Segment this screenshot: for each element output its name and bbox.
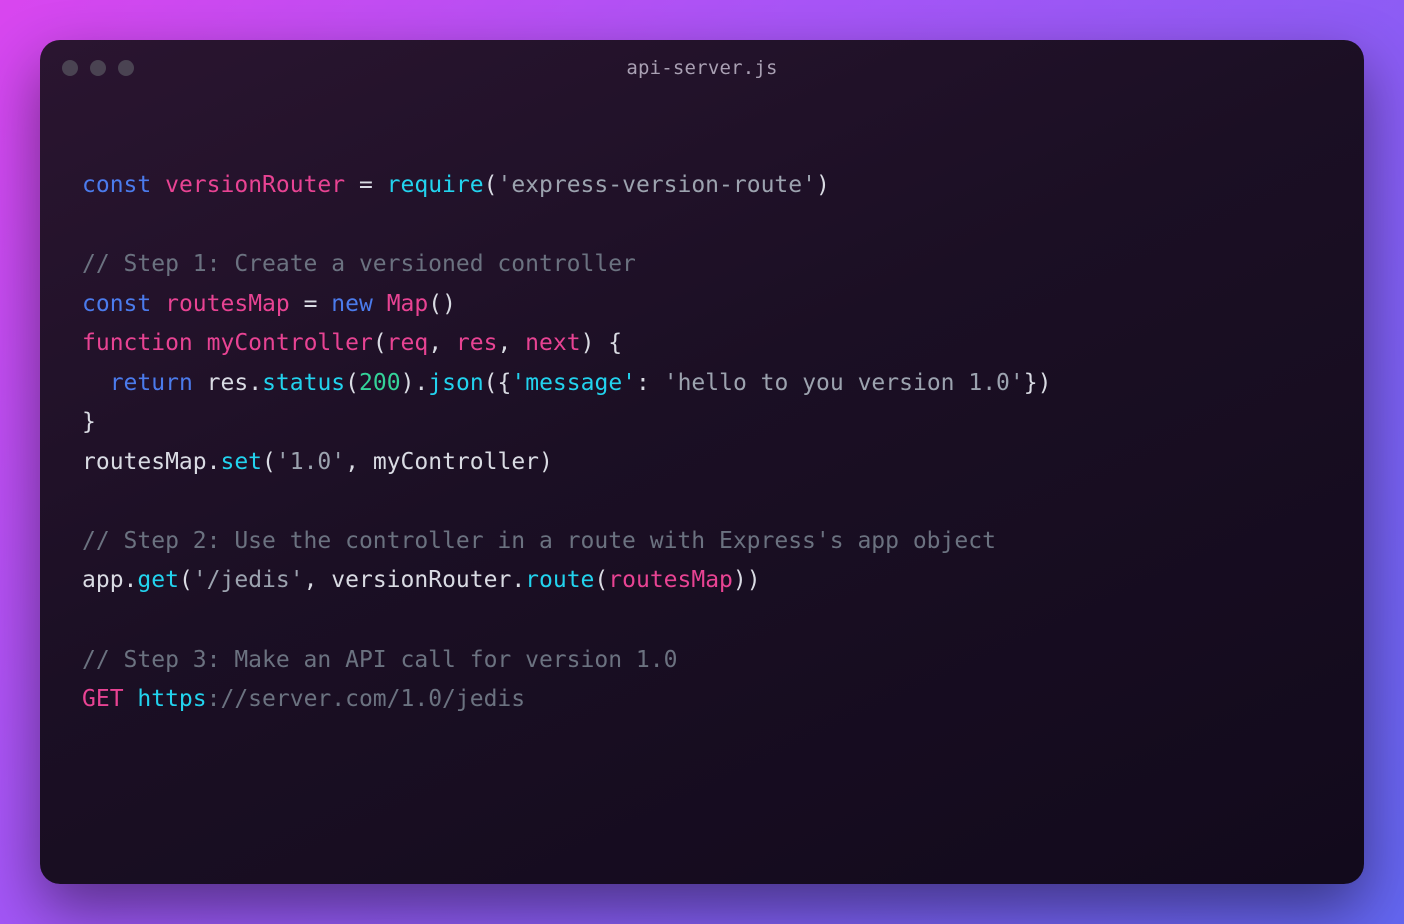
comment: // Step 3: Make an API call for version … <box>82 647 677 673</box>
paren-open: ( <box>594 567 608 593</box>
method: route <box>525 567 594 593</box>
paren-close: ) <box>442 291 456 317</box>
editor-window: api-server.js const versionRouter = requ… <box>40 40 1364 884</box>
function-name: myController <box>207 330 373 356</box>
operator: = <box>290 291 332 317</box>
paren-close: ) <box>401 370 415 396</box>
traffic-lights <box>62 60 134 76</box>
paren-open: ( <box>262 449 276 475</box>
close-icon[interactable] <box>62 60 78 76</box>
brace-close: } <box>1024 370 1038 396</box>
comma: , <box>497 330 525 356</box>
paren-open: ( <box>345 370 359 396</box>
identifier: res <box>207 370 249 396</box>
dot: . <box>124 567 138 593</box>
brace-open: { <box>594 330 622 356</box>
minimize-icon[interactable] <box>90 60 106 76</box>
code-area[interactable]: const versionRouter = require('express-v… <box>40 96 1364 760</box>
brace-close: } <box>82 409 96 435</box>
maximize-icon[interactable] <box>118 60 134 76</box>
identifier: versionRouter <box>165 172 345 198</box>
identifier: versionRouter <box>331 567 511 593</box>
string: '/jedis' <box>193 567 304 593</box>
identifier: myController <box>373 449 539 475</box>
paren-open: ( <box>373 330 387 356</box>
paren-open: ( <box>179 567 193 593</box>
param: req <box>387 330 429 356</box>
url-rest: ://server.com/1.0/jedis <box>207 686 526 712</box>
keyword-const: const <box>82 291 151 317</box>
method: json <box>428 370 483 396</box>
dot: . <box>511 567 525 593</box>
paren-open: ( <box>484 172 498 198</box>
string: 'express-version-route' <box>497 172 816 198</box>
comma: , <box>304 567 332 593</box>
param: next <box>525 330 580 356</box>
string: 'hello to you version 1.0' <box>664 370 1024 396</box>
object-key: 'message' <box>511 370 636 396</box>
keyword-const: const <box>82 172 151 198</box>
identifier: routesMap <box>82 449 207 475</box>
paren-close: ) <box>747 567 761 593</box>
method: set <box>220 449 262 475</box>
http-method: GET <box>82 686 137 712</box>
paren-close: ) <box>539 449 553 475</box>
param: res <box>456 330 498 356</box>
comment: // Step 1: Create a versioned controller <box>82 251 636 277</box>
dot: . <box>248 370 262 396</box>
operator: = <box>345 172 387 198</box>
keyword-function: function <box>82 330 193 356</box>
identifier: app <box>82 567 124 593</box>
comment: // Step 2: Use the controller in a route… <box>82 528 996 554</box>
identifier: routesMap <box>608 567 733 593</box>
dot: . <box>414 370 428 396</box>
method: get <box>137 567 179 593</box>
number: 200 <box>359 370 401 396</box>
comma: , <box>428 330 456 356</box>
identifier: routesMap <box>165 291 290 317</box>
keyword-return: return <box>110 370 193 396</box>
paren-open: ( <box>484 370 498 396</box>
space <box>193 370 207 396</box>
paren-close: ) <box>1038 370 1052 396</box>
keyword-new: new <box>331 291 373 317</box>
paren-close: ) <box>733 567 747 593</box>
filename-label: api-server.js <box>626 57 777 79</box>
colon: : <box>636 370 664 396</box>
brace-open: { <box>498 370 512 396</box>
paren-close: ) <box>816 172 830 198</box>
fn-require: require <box>387 172 484 198</box>
dot: . <box>207 449 221 475</box>
method: status <box>262 370 345 396</box>
paren-close: ) <box>581 330 595 356</box>
comma: , <box>345 449 373 475</box>
titlebar: api-server.js <box>40 40 1364 96</box>
class-name: Map <box>387 291 429 317</box>
paren-open: ( <box>428 291 442 317</box>
string: '1.0' <box>276 449 345 475</box>
indent <box>82 370 110 396</box>
url-scheme: https <box>137 686 206 712</box>
